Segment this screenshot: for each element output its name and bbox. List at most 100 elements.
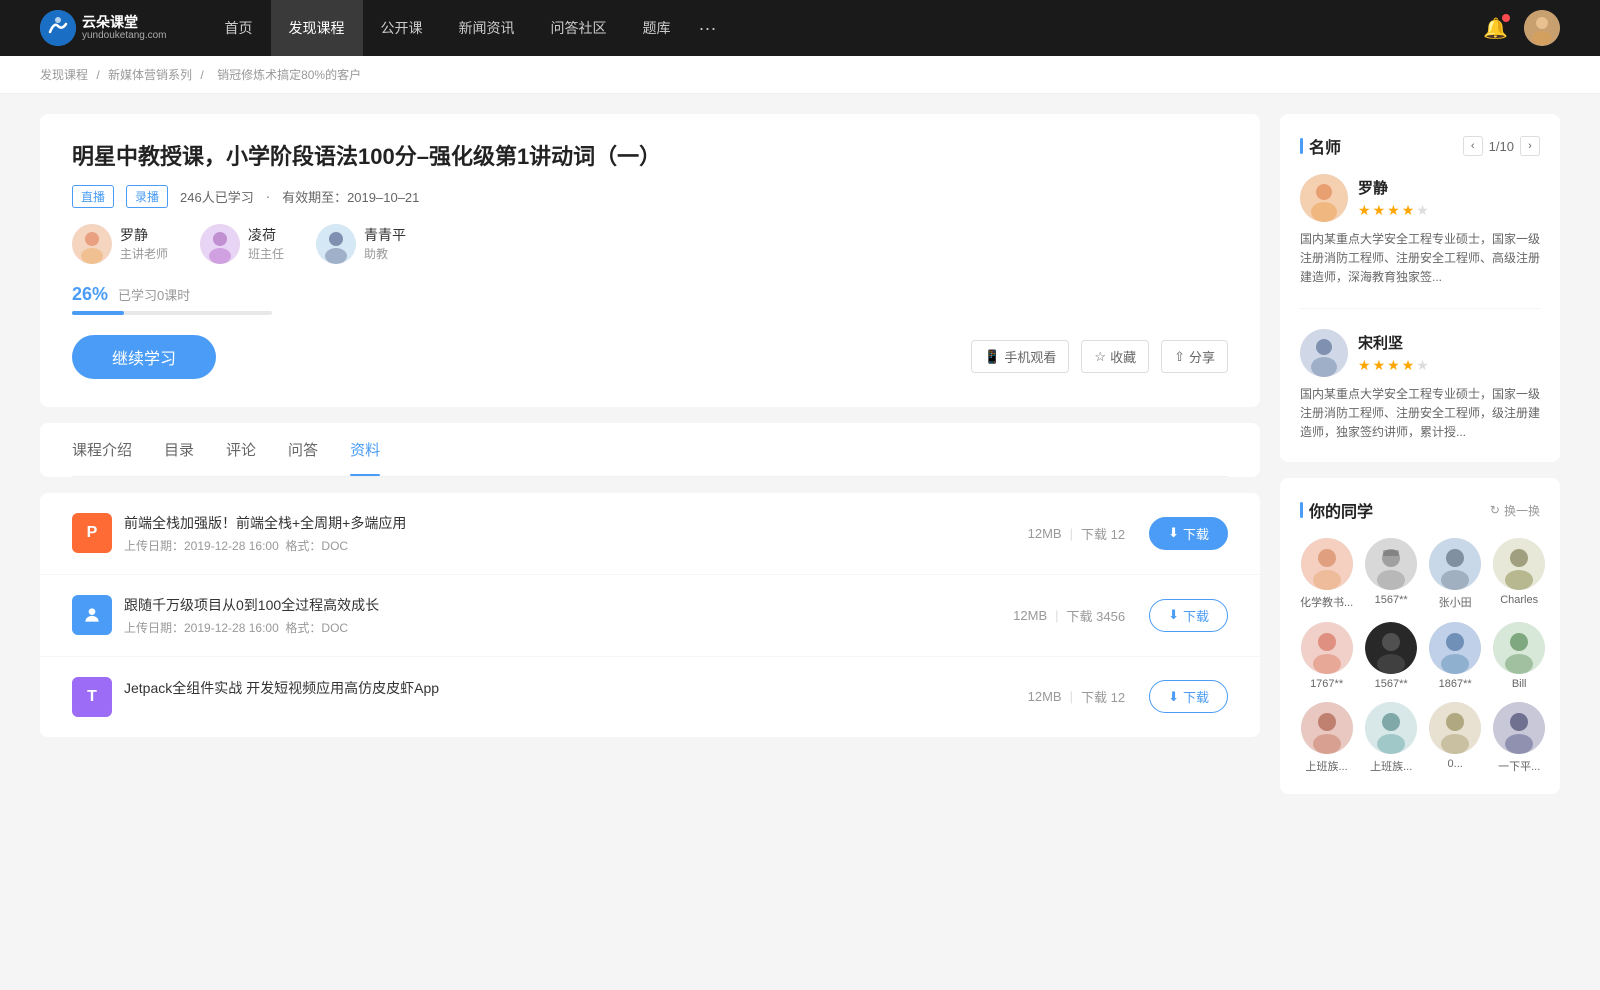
download-icon-1: ⬇ [1168,607,1179,623]
classmates-grid: 化学教书... 1567** 张小田 [1300,538,1540,774]
teacher-card-avatar-1 [1300,329,1348,377]
classmate-name-4: 1767** [1300,678,1353,690]
header: 云朵课堂 yundouketang.com 首页 发现课程 公开课 新闻资讯 问… [0,0,1600,56]
classmate-name-1: 1567** [1365,594,1417,606]
classmate-avatar-10 [1429,702,1481,754]
collect-button[interactable]: ☆ 收藏 [1081,340,1149,373]
prev-page-button[interactable]: ‹ [1463,136,1483,156]
tab-resources[interactable]: 资料 [350,423,380,476]
nav-item-news[interactable]: 新闻资讯 [441,0,533,56]
teacher-card-avatar-0 [1300,174,1348,222]
teacher-name-1: 凌荷 [248,225,284,245]
tag-record: 录播 [126,185,168,208]
progress-label: 26% 已学习0课时 [72,284,1228,305]
tag-live: 直播 [72,185,114,208]
classmate-name-9: 上班族... [1365,758,1417,774]
course-title: 明星中教授课，小学阶段语法100分–强化级第1讲动词（一） [72,142,1228,173]
teacher-role-1: 班主任 [248,245,284,262]
teacher-role-2: 助教 [364,245,406,262]
course-header-card: 明星中教授课，小学阶段语法100分–强化级第1讲动词（一） 直播 录播 246人… [40,114,1260,407]
logo[interactable]: 云朵课堂 yundouketang.com [40,10,167,46]
teacher-item-1: 凌荷 班主任 [200,224,284,264]
resource-meta-2 [124,702,1028,716]
classmate-avatar-1 [1365,538,1417,590]
teacher-card-desc-1: 国内某重点大学安全工程专业硕士，国家一级注册消防工程师、注册安全工程师，级注册建… [1300,385,1540,443]
download-button-0[interactable]: ⬇ 下载 [1149,517,1228,550]
classmate-item-3: Charles [1493,538,1545,610]
download-icon-2: ⬇ [1168,689,1179,705]
refresh-icon: ↻ [1490,503,1500,517]
teacher-info-1: 凌荷 班主任 [248,225,284,262]
teacher-avatar-0 [72,224,112,264]
resource-meta-0: 上传日期：2019-12-28 16:00 格式：DOC [124,537,1028,554]
nav-more-button[interactable]: ··· [689,0,727,56]
mobile-view-button[interactable]: 📱 手机观看 [971,340,1069,373]
resources-list: P 前端全栈加强版！前端全栈+全周期+多端应用 上传日期：2019-12-28 … [40,493,1260,737]
course-tabs-card: 课程介绍 目录 评论 问答 资料 [40,423,1260,477]
classmate-name-7: Bill [1493,678,1545,690]
progress-bar-fill [72,311,124,315]
teacher-name-2: 青青平 [364,225,406,245]
page-info: 1/10 [1489,139,1514,154]
tabs: 课程介绍 目录 评论 问答 资料 [72,423,1228,477]
classmate-item-8: 上班族... [1300,702,1353,774]
next-page-button[interactable]: › [1520,136,1540,156]
classmate-name-11: 一下平... [1493,758,1545,774]
classmate-item-11: 一下平... [1493,702,1545,774]
teacher-card-name-1: 宋利坚 [1358,332,1429,353]
nav-item-qa[interactable]: 问答社区 [533,0,625,56]
breadcrumb-item-discover[interactable]: 发现课程 [40,68,88,82]
tab-intro[interactable]: 课程介绍 [72,423,132,476]
teachers-card-title: 名师 [1300,134,1341,158]
classmate-avatar-4 [1301,622,1353,674]
resource-info-2: Jetpack全组件实战 开发短视频应用高仿皮皮虾App [124,678,1028,716]
resource-title-2: Jetpack全组件实战 开发短视频应用高仿皮皮虾App [124,678,1028,698]
right-panel: 名师 ‹ 1/10 › 罗静 ★ ★ [1280,114,1560,794]
tab-qa[interactable]: 问答 [288,423,318,476]
teacher-info-0: 罗静 主讲老师 [120,225,168,262]
resource-info-0: 前端全栈加强版！前端全栈+全周期+多端应用 上传日期：2019-12-28 16… [124,513,1028,554]
share-button[interactable]: ⇧ 分享 [1161,340,1228,373]
refresh-classmates-button[interactable]: ↻ 换一换 [1490,502,1540,519]
breadcrumb-item-series[interactable]: 新媒体营销系列 [108,68,192,82]
user-avatar-header[interactable] [1524,10,1560,46]
teacher-card-header-1: 宋利坚 ★ ★ ★ ★ ★ [1300,329,1540,377]
teacher-avatar-1 [200,224,240,264]
classmate-avatar-11 [1493,702,1545,754]
course-meta: 直播 录播 246人已学习 · 有效期至：2019–10–21 [72,185,1228,208]
course-actions: 继续学习 📱 手机观看 ☆ 收藏 ⇧ 分享 [72,335,1228,379]
teacher-card-name-0: 罗静 [1358,177,1429,198]
progress-section: 26% 已学习0课时 [72,284,1228,315]
progress-percent: 26% [72,284,108,305]
learners-count: 246人已学习 [180,187,254,206]
classmate-item-10: 0... [1429,702,1481,774]
nav-item-quiz[interactable]: 题库 [625,0,689,56]
header-right: 🔔 [1483,10,1560,46]
classmate-name-3: Charles [1493,594,1545,606]
download-button-2[interactable]: ⬇ 下载 [1149,680,1228,713]
teacher-item-2: 青青平 助教 [316,224,406,264]
continue-learning-button[interactable]: 继续学习 [72,335,216,379]
classmates-card-header: 你的同学 ↻ 换一换 [1300,498,1540,522]
download-icon-0: ⬇ [1168,525,1179,541]
resource-info-1: 跟随千万级项目从0到100全过程高效成长 上传日期：2019-12-28 16:… [124,595,1013,636]
nav-item-discover[interactable]: 发现课程 [271,0,363,56]
teacher-stars-1: ★ ★ ★ ★ ★ [1358,357,1429,374]
resource-icon-1 [72,595,112,635]
resource-icon-2: T [72,677,112,717]
download-button-1[interactable]: ⬇ 下载 [1149,599,1228,632]
classmate-name-0: 化学教书... [1300,594,1353,610]
resource-stats-0: 12MB | 下载 12 [1028,524,1125,543]
classmate-name-6: 1867** [1429,678,1481,690]
classmate-avatar-9 [1365,702,1417,754]
dot-sep: · [266,189,270,204]
teacher-card-item-0: 罗静 ★ ★ ★ ★ ★ 国内某重点大学安全工程专业硕士，国家一级注册消防工程师… [1300,174,1540,309]
classmate-avatar-2 [1429,538,1481,590]
classmate-item-0: 化学教书... [1300,538,1353,610]
teacher-avatar-2 [316,224,356,264]
bell-icon[interactable]: 🔔 [1483,16,1508,41]
tab-review[interactable]: 评论 [226,423,256,476]
nav-item-open[interactable]: 公开课 [363,0,441,56]
nav-item-home[interactable]: 首页 [207,0,271,56]
tab-catalog[interactable]: 目录 [164,423,194,476]
